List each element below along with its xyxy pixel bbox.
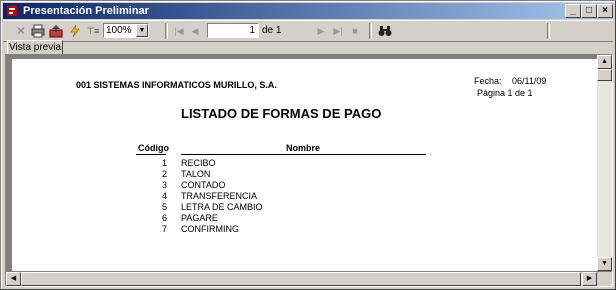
app-icon [7, 6, 17, 16]
close-preview-icon[interactable]: ✕ [13, 23, 29, 39]
toolbar-separator [369, 23, 372, 39]
zoom-select[interactable]: 100% ▼ [103, 23, 149, 38]
vertical-scrollbar[interactable]: ▲ ▼ [597, 55, 612, 271]
minimize-button[interactable]: _ [565, 4, 581, 18]
last-page-icon[interactable]: ▶| [332, 23, 344, 39]
row-name: CONFIRMING [181, 224, 239, 234]
scrollbar-corner [597, 272, 612, 286]
page-indicator: Página 1 de 1 [477, 88, 533, 98]
row-code: 1 [162, 158, 168, 168]
tab-vista-previa[interactable]: Vista previa [7, 40, 63, 55]
vertical-scroll-thumb[interactable] [597, 69, 612, 81]
scroll-down-icon[interactable]: ▼ [597, 257, 612, 271]
toolbar-separator [165, 23, 168, 39]
zoom-value: 100% [106, 25, 132, 36]
date-label: Fecha: [474, 76, 502, 86]
page-number-input[interactable]: 1 [207, 23, 259, 38]
row-code: 2 [162, 169, 168, 179]
stop-icon[interactable]: ■ [349, 23, 361, 39]
report-viewer: 001 SISTEMAS INFORMATICOS MURILLO, S.A. … [5, 54, 613, 287]
row-name: PAGARE [181, 213, 218, 223]
row-name: TRANSFERENCIA [181, 191, 258, 201]
report-title: LISTADO DE FORMAS DE PAGO [181, 106, 382, 121]
date-value: 06/11/09 [512, 76, 547, 86]
scroll-right-icon[interactable]: ▶ [582, 272, 597, 286]
row-code: 6 [162, 213, 168, 223]
row-code: 5 [162, 202, 168, 212]
column-header-name: Nombre [286, 143, 321, 153]
maximize-button[interactable]: □ [581, 4, 597, 18]
scroll-up-icon[interactable]: ▲ [597, 55, 612, 69]
title-bar[interactable]: Presentación Preliminar _ □ × [3, 3, 613, 19]
next-page-icon[interactable]: ▶ [315, 23, 327, 39]
row-code: 7 [162, 224, 168, 234]
row-name: TALON [181, 169, 211, 179]
lightning-icon[interactable] [67, 23, 83, 39]
row-name: RECIBO [181, 158, 216, 168]
report-page: 001 SISTEMAS INFORMATICOS MURILLO, S.A. … [12, 59, 597, 271]
close-button[interactable]: × [597, 4, 613, 18]
window-title: Presentación Preliminar [23, 5, 149, 17]
binoculars-icon[interactable] [377, 23, 393, 39]
company-name: 001 SISTEMAS INFORMATICOS MURILLO, S.A. [76, 80, 277, 90]
row-code: 3 [162, 180, 168, 190]
toolbar-separator [547, 23, 550, 39]
chevron-down-icon[interactable]: ▼ [136, 24, 148, 37]
group-tree-icon[interactable]: ⊤≡ [85, 23, 101, 39]
toolbar: ✕ ⊤≡ 100% ▼ |◀ ◀ 1 de 1 ▶ ▶| ■ [3, 20, 613, 42]
scroll-left-icon[interactable]: ◀ [6, 272, 21, 286]
row-name: LETRA DE CAMBIO [181, 202, 263, 212]
row-name: CONTADO [181, 180, 226, 190]
page-total-label: de 1 [262, 25, 282, 36]
print-icon[interactable] [30, 23, 46, 39]
horizontal-scroll-thumb[interactable] [21, 272, 581, 286]
row-code: 4 [162, 191, 168, 201]
header-underline-code [136, 154, 166, 155]
export-icon[interactable] [48, 23, 64, 39]
column-header-code: Código [138, 143, 169, 153]
first-page-icon[interactable]: |◀ [173, 23, 185, 39]
header-underline-name [181, 154, 426, 155]
previous-page-icon[interactable]: ◀ [189, 23, 201, 39]
preview-window: Presentación Preliminar _ □ × ✕ ⊤≡ 100% … [0, 0, 616, 290]
horizontal-scrollbar[interactable]: ◀ ▶ [6, 272, 597, 286]
